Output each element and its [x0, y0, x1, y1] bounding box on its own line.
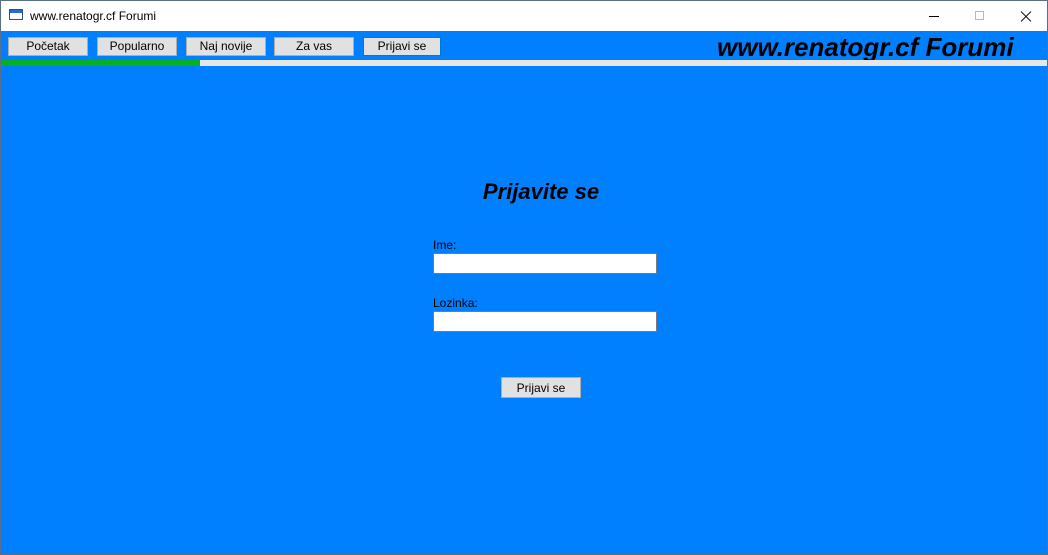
window-title: www.renatogr.cf Forumi: [30, 9, 157, 23]
window-app-icon: [9, 9, 23, 20]
nav-button-pocetak[interactable]: Početak: [8, 37, 88, 56]
app-window: www.renatogr.cf Forumi Početak Popularno…: [0, 0, 1048, 555]
login-heading: Prijavite se: [482, 179, 600, 204]
loading-progress-bar: [1, 60, 1047, 66]
nav-button-prijavi-se[interactable]: Prijavi se: [363, 37, 441, 56]
username-input[interactable]: [433, 253, 657, 274]
nav-button-naj-novije[interactable]: Naj novije: [186, 37, 266, 56]
nav-button-za-vas[interactable]: Za vas: [274, 37, 354, 56]
site-title: www.renatogr.cf Forumi: [717, 32, 1014, 62]
password-input[interactable]: [433, 311, 657, 332]
close-icon[interactable]: [1003, 1, 1047, 31]
title-bar[interactable]: www.renatogr.cf Forumi: [1, 1, 1047, 31]
maximize-icon[interactable]: [957, 1, 1003, 31]
login-submit-button[interactable]: Prijavi se: [501, 377, 581, 398]
password-label: Lozinka:: [433, 296, 478, 310]
loading-progress-fill: [1, 60, 200, 66]
username-label: Ime:: [433, 238, 457, 252]
minimize-icon[interactable]: [911, 1, 957, 31]
nav-button-popularno[interactable]: Popularno: [97, 37, 177, 56]
